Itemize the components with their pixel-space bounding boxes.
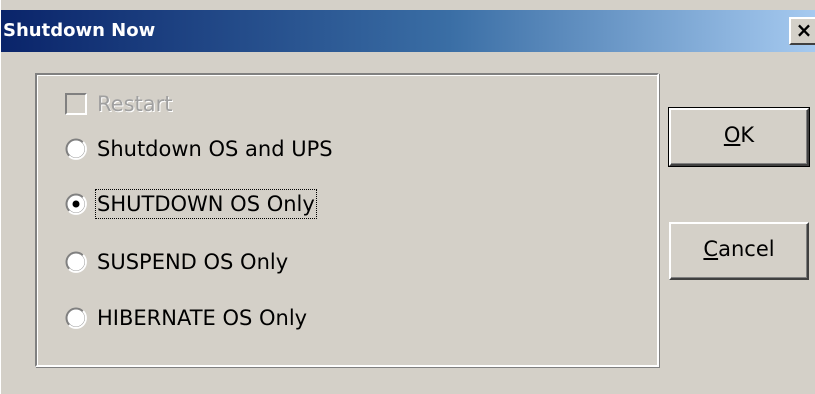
radio-label-suspend-os-only[interactable]: SUSPEND OS Only: [97, 249, 288, 275]
restart-checkbox-label: Restart: [97, 92, 173, 116]
close-button[interactable]: ×: [789, 17, 815, 45]
close-icon: ×: [795, 18, 813, 42]
radio-label-shutdown-os-only[interactable]: SHUTDOWN OS Only: [95, 189, 317, 219]
shutdown-dialog: Shutdown Now × Restart Shutdown OS and U…: [0, 0, 815, 394]
title-bar[interactable]: Shutdown Now ×: [1, 10, 815, 52]
ok-button-label: OK: [723, 123, 755, 147]
window-title: Shutdown Now: [3, 20, 156, 41]
radio-label-hibernate-os-only[interactable]: HIBERNATE OS Only: [97, 305, 307, 331]
cancel-button-label: Cancel: [703, 237, 775, 261]
radio-suspend-os-only[interactable]: [65, 251, 87, 273]
radio-hibernate-os-only[interactable]: [65, 307, 87, 329]
radio-label-shutdown-os-and-ups[interactable]: Shutdown OS and UPS: [97, 136, 333, 162]
cancel-button[interactable]: Cancel: [669, 222, 809, 280]
restart-checkbox: [65, 93, 87, 115]
radio-shutdown-os-and-ups[interactable]: [65, 138, 87, 160]
ok-button[interactable]: OK: [668, 107, 810, 167]
radio-shutdown-os-only[interactable]: [65, 193, 87, 215]
